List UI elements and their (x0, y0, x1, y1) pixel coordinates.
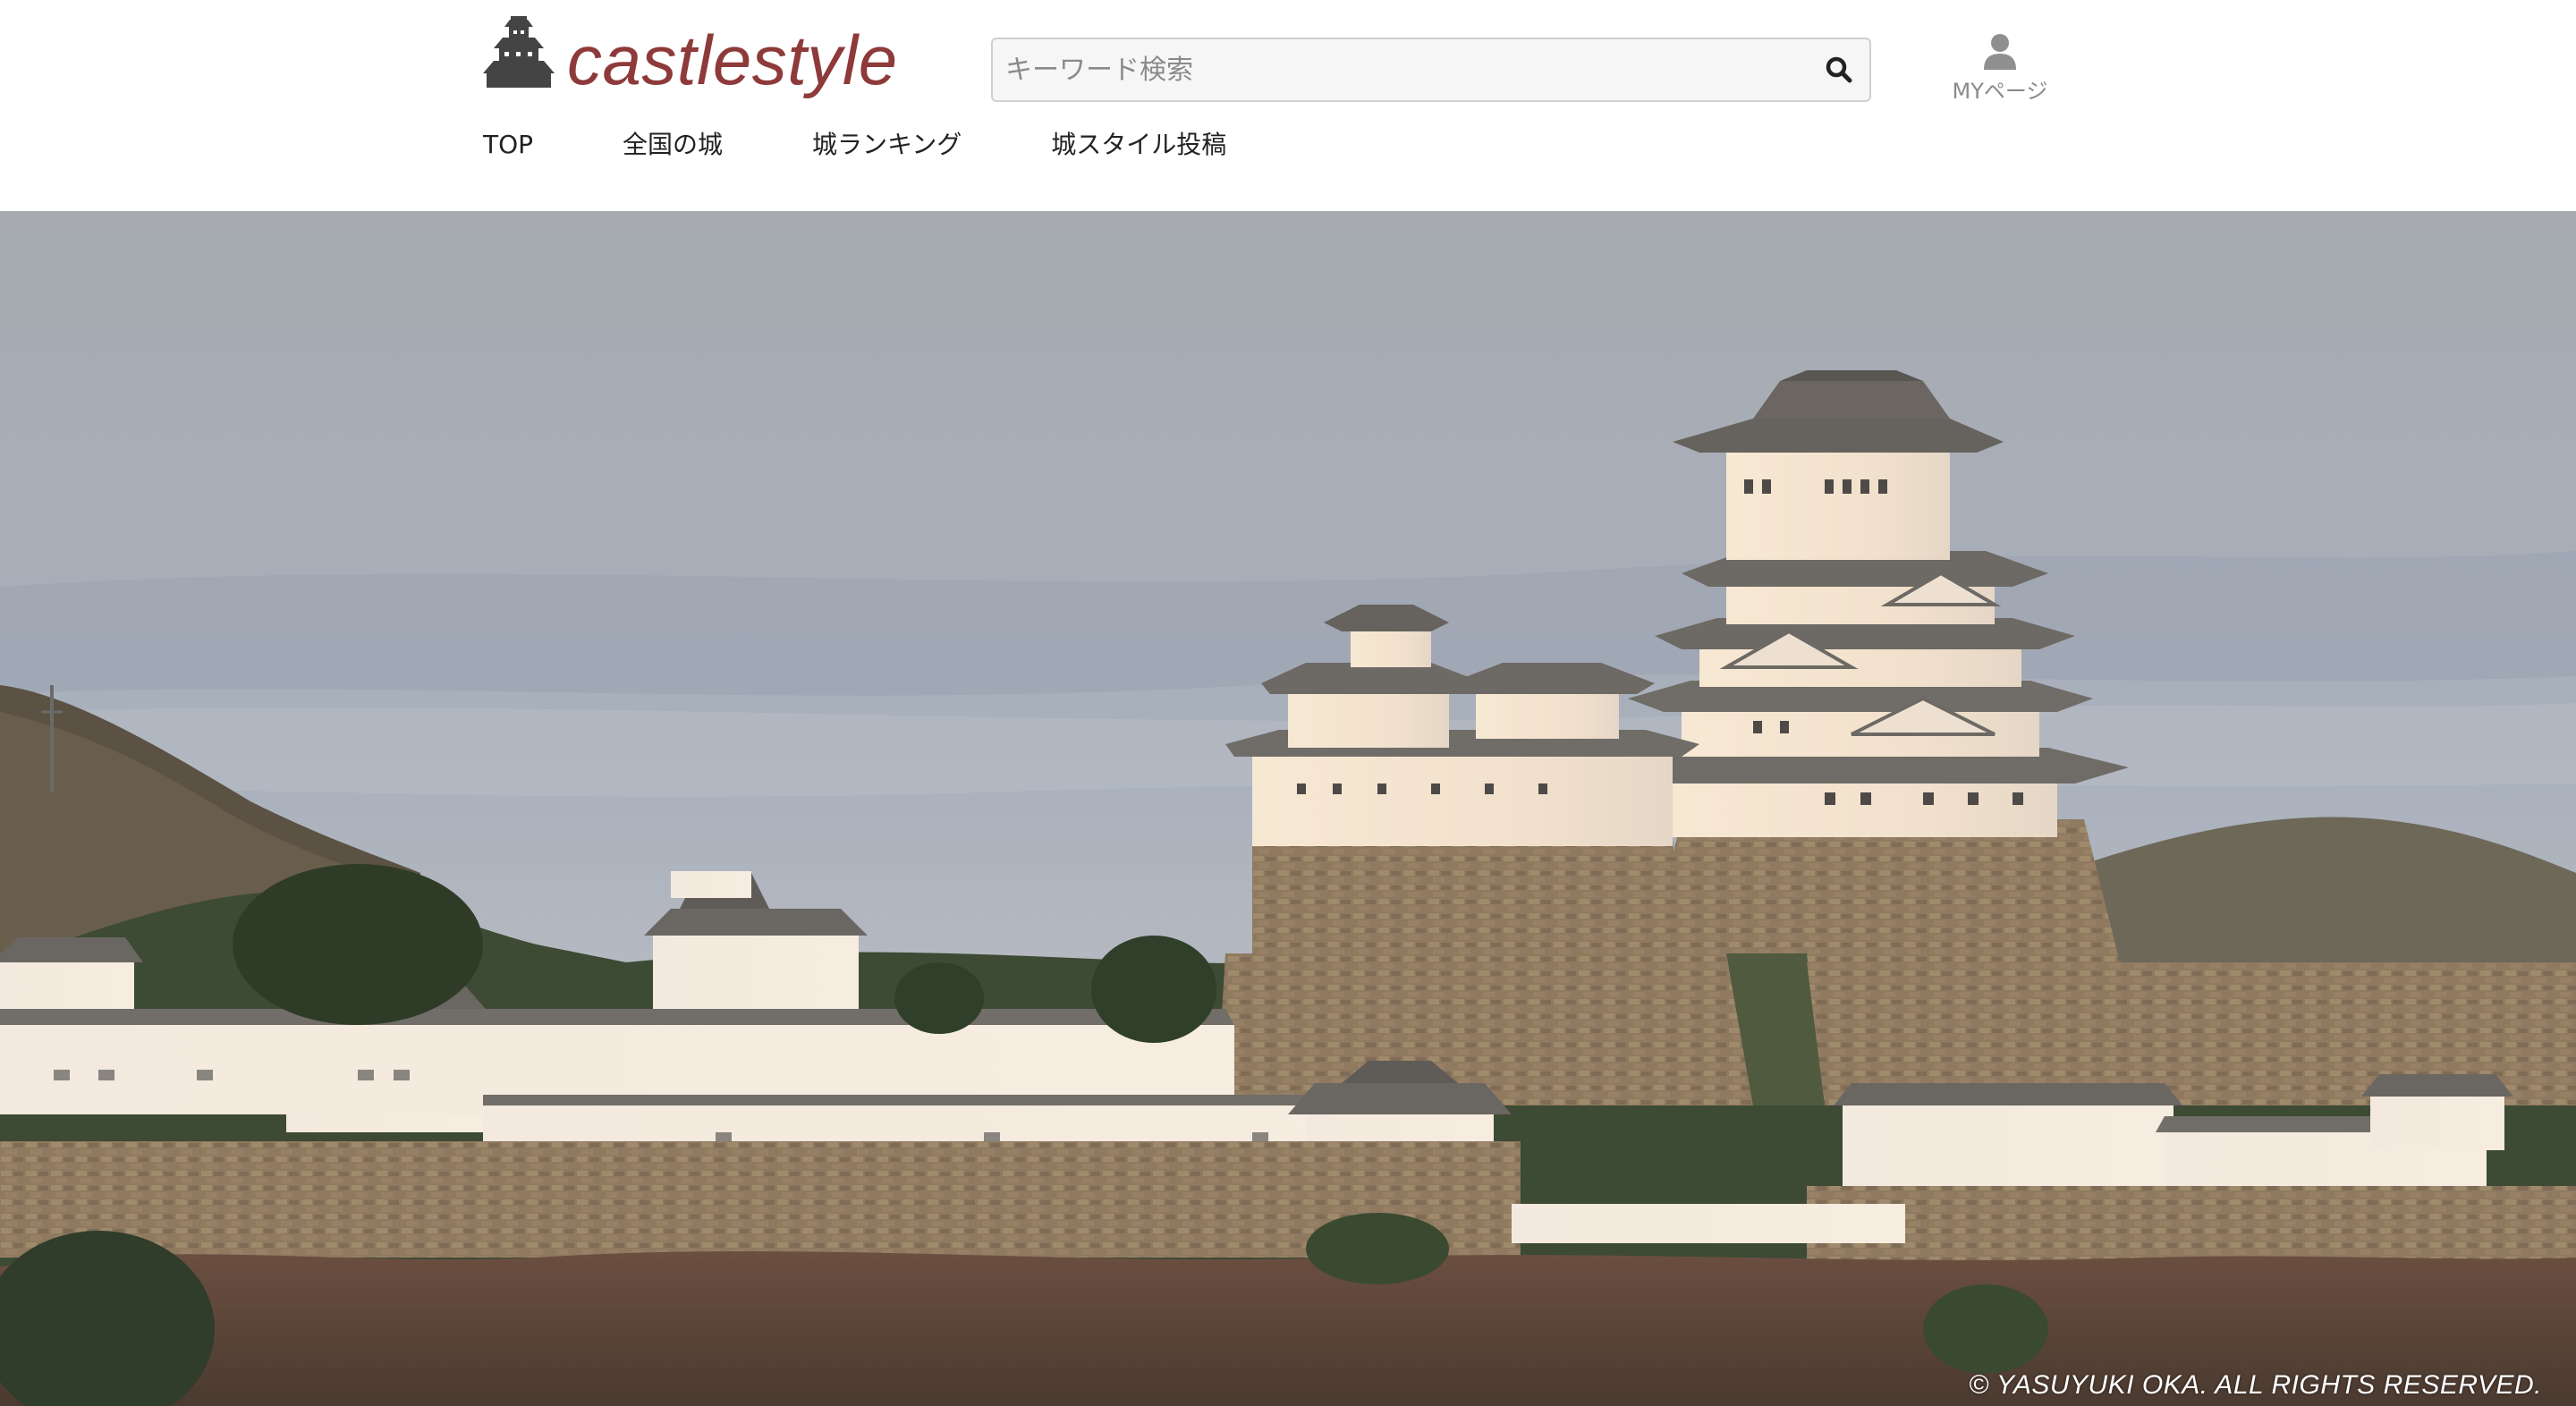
brand-name: castlestyle (567, 21, 898, 99)
user-icon (1984, 34, 2016, 70)
site-logo[interactable]: castlestyle (481, 14, 898, 95)
search-bar (991, 38, 1871, 102)
site-header: castlestyle MYページ TOP 全国の城 城ランキング 城スタイル投… (0, 0, 2576, 211)
hero-image: © YASUYUKI OKA. ALL RIGHTS RESERVED. (0, 211, 2576, 1406)
my-page-label: MYページ (1952, 79, 2048, 104)
search-button[interactable] (1821, 52, 1857, 88)
nav-item-top[interactable]: TOP (483, 125, 533, 165)
castle-icon (483, 16, 555, 88)
photo-copyright: © YASUYUKI OKA. ALL RIGHTS RESERVED. (1969, 1370, 2542, 1400)
nav-item-castles[interactable]: 全国の城 (623, 125, 723, 165)
castle-photo (0, 211, 2576, 1406)
main-nav: TOP 全国の城 城ランキング 城スタイル投稿 (483, 125, 1316, 165)
search-input[interactable] (993, 39, 1798, 100)
my-page-link[interactable]: MYページ (1946, 32, 2054, 104)
nav-item-ranking[interactable]: 城ランキング (812, 125, 962, 165)
nav-item-post-style[interactable]: 城スタイル投稿 (1051, 125, 1226, 165)
search-icon (1826, 56, 1852, 83)
